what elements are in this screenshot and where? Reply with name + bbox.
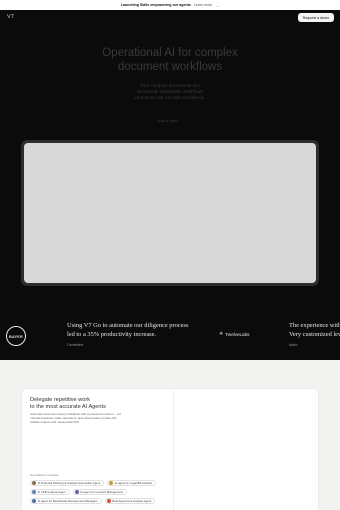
features-title-line: to the most accurate AI Agents bbox=[30, 403, 106, 410]
agent-avatar-icon bbox=[32, 499, 36, 503]
agent-chip-label: AI agent for Real Estate Development Man… bbox=[37, 499, 98, 503]
announcement-bar: Launching Skills empowering our agents L… bbox=[0, 0, 340, 10]
hero-title: Operational AI for complex document work… bbox=[0, 47, 340, 74]
testimonial-quote-line: The experience with bbox=[289, 322, 340, 329]
twelvelabs-logo-text: TwelveLabs bbox=[225, 331, 250, 337]
agent-avatar-icon bbox=[74, 490, 79, 494]
agent-chip-label: AI agent for Legal Bill Analysis bbox=[114, 481, 153, 485]
testimonial-author: Astro bbox=[289, 343, 298, 347]
features-card: Delegate repetitive work to the most acc… bbox=[22, 389, 318, 510]
agent-chip[interactable]: AI Financial Planning & Analysis Automat… bbox=[30, 480, 105, 486]
product-video-frame bbox=[21, 140, 319, 286]
agent-chip-label: AI Financial Planning & Analysis Automat… bbox=[37, 481, 101, 485]
agent-chip-label: AI CPE Analysis Agent bbox=[37, 490, 66, 494]
features-title-line: Delegate repetitive work bbox=[30, 397, 91, 403]
agent-chip[interactable]: AI CPE Analysis Agent bbox=[30, 489, 70, 495]
arrow-right-icon: → bbox=[215, 2, 220, 8]
testimonial-quote-line: Very customized lev bbox=[289, 330, 340, 338]
bayer-logo-text: BAYER bbox=[9, 334, 23, 339]
announcement-link[interactable]: Learn more bbox=[194, 3, 212, 7]
hero-subtitle: Turn complex documents into structured, … bbox=[120, 83, 220, 100]
testimonial-quote-line: led to a 35% productivity increase. bbox=[67, 330, 157, 338]
agents-label: Get started in minutes bbox=[30, 473, 59, 477]
features-title: Delegate repetitive work to the most acc… bbox=[30, 397, 130, 410]
agent-chip-label: Deal Agreement Analysis Agent bbox=[112, 499, 152, 503]
agent-avatar-icon bbox=[32, 490, 36, 494]
agent-avatar-icon bbox=[106, 499, 111, 503]
twelvelabs-logo: ✳ TwelveLabs bbox=[219, 331, 249, 337]
twelvelabs-mark-icon: ✳ bbox=[219, 331, 224, 337]
testimonial-quote: Using V7 Go to automate our diligence pr… bbox=[67, 322, 197, 339]
hero-title-line: Operational AI for complex bbox=[102, 47, 238, 59]
hero-title-line: document workflows bbox=[117, 60, 223, 73]
testimonial-author: Centerline bbox=[67, 343, 84, 347]
agent-avatar-icon bbox=[32, 481, 36, 485]
features-description-line: reliable outputs and measurable ROI. bbox=[30, 419, 80, 424]
testimonial-strip: BAYER Using V7 Go to automate our dilige… bbox=[0, 310, 340, 360]
hero-subtitle-line: your team can run with confidence. bbox=[134, 94, 206, 100]
testimonial-quote: The experience with Very customized lev bbox=[289, 322, 340, 339]
book-demo-link[interactable]: Book a demo → bbox=[0, 119, 340, 123]
agent-chip[interactable]: AI agent for Legal Bill Analysis bbox=[107, 480, 157, 486]
hero-section: V7 Request a demo Operational AI for com… bbox=[0, 10, 340, 360]
announcement-text: Launching Skills empowering our agents bbox=[120, 3, 191, 7]
agent-chip[interactable]: Deal Agreement Analysis Agent bbox=[104, 498, 156, 504]
agent-chip[interactable]: AI agent for Real Estate Development Man… bbox=[30, 498, 102, 504]
request-demo-button[interactable]: Request a demo bbox=[297, 13, 334, 22]
testimonial-quote-line: Using V7 Go to automate our diligence pr… bbox=[67, 322, 189, 329]
agent-avatar-icon bbox=[109, 481, 114, 485]
bayer-logo: BAYER bbox=[6, 326, 26, 346]
brand-logo[interactable]: V7 bbox=[7, 14, 14, 20]
agent-chip-label: AI agent for Contract Management bbox=[80, 490, 124, 494]
agent-chip[interactable]: AI agent for Contract Management bbox=[72, 489, 128, 495]
top-nav: V7 Request a demo bbox=[0, 10, 340, 26]
agent-chip-list: AI Financial Planning & Analysis Automat… bbox=[30, 480, 180, 504]
features-description: Automate document-heavy workflows with c… bbox=[30, 412, 130, 425]
product-video[interactable] bbox=[24, 143, 316, 283]
